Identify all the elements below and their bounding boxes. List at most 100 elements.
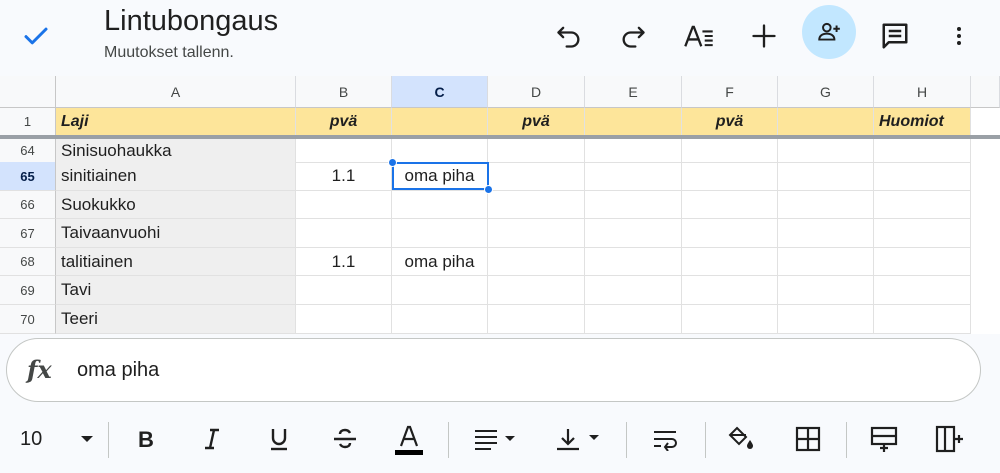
cell-g69[interactable] <box>778 276 874 305</box>
column-header-c[interactable]: C <box>392 76 488 108</box>
select-all-corner[interactable] <box>0 76 56 108</box>
cell-c67[interactable] <box>392 219 488 248</box>
selection-handle-bottom-right[interactable] <box>484 185 493 194</box>
row-header-68[interactable]: 68 <box>0 248 56 276</box>
vertical-align-button[interactable] <box>550 420 606 458</box>
column-header-e[interactable]: E <box>585 76 682 108</box>
column-header-f[interactable]: F <box>682 76 778 108</box>
row-header-67[interactable]: 67 <box>0 219 56 248</box>
cell-a66[interactable]: Suokukko <box>56 191 296 219</box>
formula-bar[interactable]: fx oma piha <box>6 338 981 402</box>
cell-g64[interactable] <box>778 139 874 163</box>
header-cell-h[interactable]: Huomiot <box>874 108 971 136</box>
cell-g67[interactable] <box>778 219 874 248</box>
document-title[interactable]: Lintubongaus <box>104 4 278 38</box>
undo-button[interactable] <box>547 14 591 58</box>
italic-button[interactable] <box>193 420 231 458</box>
row-header-66[interactable]: 66 <box>0 191 56 219</box>
cell-h64[interactable] <box>874 139 971 163</box>
horizontal-align-button[interactable] <box>468 420 524 458</box>
fill-color-button[interactable] <box>720 420 760 458</box>
column-header-g[interactable]: G <box>778 76 874 108</box>
cell-d66[interactable] <box>488 191 585 219</box>
cell-b65[interactable]: 1.1 <box>296 162 392 191</box>
cell-b64[interactable] <box>296 139 392 163</box>
insert-row-button[interactable] <box>864 420 904 458</box>
column-header-b[interactable]: B <box>296 76 392 108</box>
borders-button[interactable] <box>788 420 828 458</box>
cell-d67[interactable] <box>488 219 585 248</box>
cell-c70[interactable] <box>392 305 488 334</box>
row-header-70[interactable]: 70 <box>0 305 56 334</box>
cell-h67[interactable] <box>874 219 971 248</box>
row-header-69[interactable]: 69 <box>0 276 56 305</box>
header-cell-a[interactable]: Laji <box>56 108 296 136</box>
cell-d68[interactable] <box>488 248 585 276</box>
comment-button[interactable] <box>873 14 917 58</box>
cell-b66[interactable] <box>296 191 392 219</box>
bold-button[interactable]: B <box>127 420 165 458</box>
cell-c68[interactable]: oma piha <box>392 248 488 276</box>
cell-e70[interactable] <box>585 305 682 334</box>
formula-input[interactable]: oma piha <box>77 359 159 382</box>
redo-button[interactable] <box>611 14 655 58</box>
cell-a68[interactable]: talitiainen <box>56 248 296 276</box>
cell-e66[interactable] <box>585 191 682 219</box>
cell-c66[interactable] <box>392 191 488 219</box>
cell-b70[interactable] <box>296 305 392 334</box>
strikethrough-button[interactable] <box>325 420 365 458</box>
header-cell-c[interactable] <box>392 108 488 136</box>
cell-g66[interactable] <box>778 191 874 219</box>
cell-g68[interactable] <box>778 248 874 276</box>
cell-f68[interactable] <box>682 248 778 276</box>
cell-d69[interactable] <box>488 276 585 305</box>
cell-a70[interactable]: Teeri <box>56 305 296 334</box>
cell-c69[interactable] <box>392 276 488 305</box>
cell-b68[interactable]: 1.1 <box>296 248 392 276</box>
cell-f65[interactable] <box>682 162 778 191</box>
cell-e64[interactable] <box>585 139 682 163</box>
cell-b69[interactable] <box>296 276 392 305</box>
selection-handle-top-left[interactable] <box>388 158 397 167</box>
insert-button[interactable] <box>742 14 786 58</box>
cell-h69[interactable] <box>874 276 971 305</box>
header-cell-d[interactable]: pvä <box>488 108 585 136</box>
cell-f70[interactable] <box>682 305 778 334</box>
cell-d70[interactable] <box>488 305 585 334</box>
cell-e65[interactable] <box>585 162 682 191</box>
cell-g65[interactable] <box>778 162 874 191</box>
cell-h70[interactable] <box>874 305 971 334</box>
cell-c64[interactable] <box>392 139 488 163</box>
cell-d65[interactable] <box>488 162 585 191</box>
font-size-dropdown[interactable]: 10 <box>12 420 102 458</box>
cell-f67[interactable] <box>682 219 778 248</box>
header-cell-f[interactable]: pvä <box>682 108 778 136</box>
cell-h66[interactable] <box>874 191 971 219</box>
spreadsheet-grid[interactable]: A B C D E F G H 1 Laji pvä pvä pvä Huomiot 64 Sinisuoha… <box>0 76 1000 334</box>
cell-a65[interactable]: sinitiainen <box>56 162 296 191</box>
active-cell-selection[interactable] <box>392 162 489 190</box>
cell-e68[interactable] <box>585 248 682 276</box>
cell-b67[interactable] <box>296 219 392 248</box>
cell-f66[interactable] <box>682 191 778 219</box>
column-header-a[interactable]: A <box>56 76 296 108</box>
row-header-65[interactable]: 65 <box>0 162 56 191</box>
cell-a64[interactable]: Sinisuohaukka <box>56 139 296 163</box>
row-header-1[interactable]: 1 <box>0 108 56 136</box>
text-wrap-button[interactable] <box>645 420 685 458</box>
header-cell-b[interactable]: pvä <box>296 108 392 136</box>
text-color-button[interactable] <box>389 420 429 458</box>
cell-e67[interactable] <box>585 219 682 248</box>
cell-e69[interactable] <box>585 276 682 305</box>
cell-h65[interactable] <box>874 162 971 191</box>
column-header-d[interactable]: D <box>488 76 585 108</box>
cell-h68[interactable] <box>874 248 971 276</box>
cell-a69[interactable]: Tavi <box>56 276 296 305</box>
column-header-h[interactable]: H <box>874 76 971 108</box>
share-button[interactable] <box>802 5 856 59</box>
row-header-64[interactable]: 64 <box>0 139 56 163</box>
underline-button[interactable] <box>260 420 298 458</box>
cell-a67[interactable]: Taivaanvuohi <box>56 219 296 248</box>
cell-f64[interactable] <box>682 139 778 163</box>
cell-g70[interactable] <box>778 305 874 334</box>
